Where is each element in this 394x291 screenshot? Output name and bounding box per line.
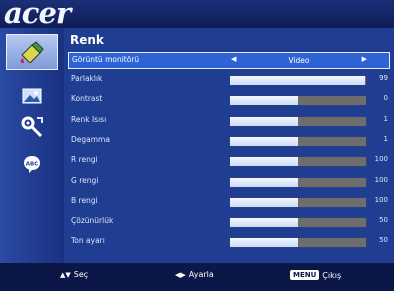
setting-value: 50 [379,216,388,225]
setting-slider[interactable] [229,75,367,86]
sidebar-item-color[interactable] [6,34,58,70]
select-hint-label: Seç [73,270,89,279]
setting-slider[interactable] [229,237,367,249]
sidebar-item-language[interactable]: ABC [16,150,48,178]
setting-value: 99 [379,74,388,82]
display-mode-selector[interactable]: ◀ Video ▶ [229,54,369,67]
setting-label: G rengi [71,175,99,185]
setting-slider[interactable] [229,156,367,168]
image-icon [22,88,42,104]
setting-value: 1 [383,114,388,123]
setting-row[interactable]: Renk Isısı 1 [68,113,390,130]
setting-row[interactable]: Ton ayarı 50 [68,234,390,251]
select-hint: ▲▼ Seç [60,270,88,279]
setting-row[interactable]: G rengi 100 [68,174,390,191]
slider-fill [230,116,298,126]
adjust-hint-label: Ayarla [188,270,214,279]
exit-hint-label: Çıkış [322,270,342,280]
slider-fill [230,238,298,248]
settings-icon [21,116,43,137]
slider-fill [230,76,365,85]
slider-fill [230,197,298,207]
setting-label: B rengi [71,195,98,205]
acer-logo: acer [4,0,71,30]
setting-row[interactable]: B rengi 100 [68,194,390,211]
menu-title: Renk [70,33,104,47]
slider-fill [230,177,298,187]
setting-value: 100 [374,155,388,164]
setting-value: 100 [374,175,388,184]
setting-slider[interactable] [229,115,367,127]
setting-label: Renk Isısı [71,114,107,124]
exit-hint: MENU Çıkış [290,270,341,280]
setting-label: Parlaklık [71,74,103,83]
setting-slider[interactable] [229,176,367,188]
setting-value: 0 [383,94,388,103]
setting-label: Kontrast [71,94,103,104]
left-right-arrows-icon: ◀▶ [175,270,186,279]
color-settings-panel: Renk Görüntü monitörü ◀ Video ▶ Parlaklı… [64,28,394,263]
adjust-hint: ◀▶ Ayarla [175,270,214,279]
setting-slider[interactable] [229,217,367,229]
setting-value: 50 [379,236,388,245]
sidebar-item-settings[interactable] [16,112,48,140]
setting-label: R rengi [71,155,98,165]
setting-row[interactable]: Çözünürlük 50 [68,214,390,231]
slider-fill [230,218,298,228]
setting-label: Degamma [71,134,110,144]
setting-value: 100 [374,195,388,204]
sidebar-item-image[interactable] [16,82,48,110]
display-mode-label: Görüntü monitörü [72,55,140,64]
language-icon: ABC [24,156,40,173]
svg-text:ABC: ABC [26,162,39,168]
setting-row[interactable]: Degamma 1 [68,133,390,150]
setting-label: Çözünürlük [71,216,114,226]
setting-slider[interactable] [229,95,367,107]
setting-slider[interactable] [229,135,367,147]
right-arrow-icon[interactable]: ▶ [362,55,367,63]
display-mode-row[interactable]: Görüntü monitörü ◀ Video ▶ [68,52,390,69]
osd-menu: acer ABC Renk Görüntü monitörü ◀ Video ▶… [0,0,394,291]
sidebar: ABC [0,28,64,263]
setting-value: 1 [383,134,388,143]
display-mode-value: Video [288,56,310,65]
setting-row[interactable]: Parlaklık 99 [68,72,390,89]
menu-key-icon: MENU [290,270,320,280]
footer-hints: ▲▼ Seç ◀▶ Ayarla MENU Çıkış [0,263,394,291]
slider-fill [230,96,298,106]
up-down-arrows-icon: ▲▼ [60,270,71,279]
setting-row[interactable]: Kontrast 0 [68,92,390,109]
setting-slider[interactable] [229,196,367,208]
setting-row[interactable]: R rengi 100 [68,153,390,170]
slider-fill [230,157,298,167]
color-icon [20,41,44,63]
slider-fill [230,136,298,146]
top-bar: acer [0,0,394,30]
setting-label: Ton ayarı [71,236,105,246]
